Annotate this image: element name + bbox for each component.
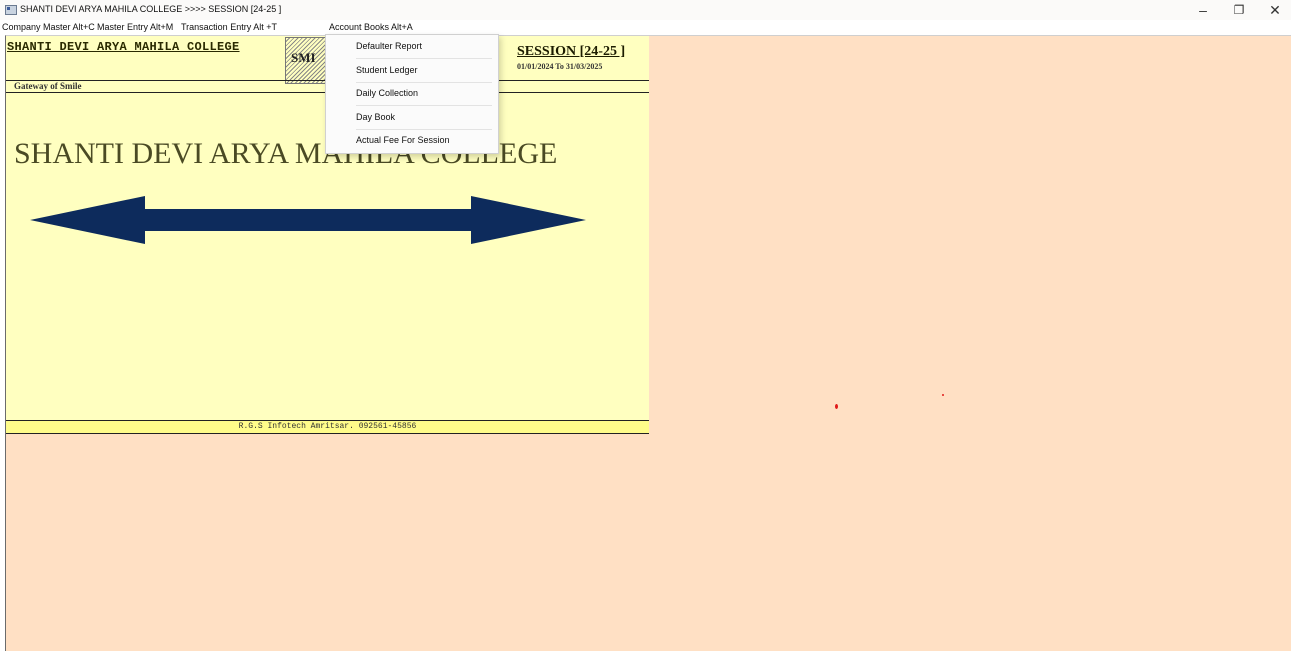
- title-bar: SHANTI DEVI ARYA MAHILA COLLEGE >>>> SES…: [0, 0, 1291, 20]
- tagline: Gateway of Smile: [14, 81, 82, 91]
- maximize-button[interactable]: ❐: [1221, 0, 1257, 20]
- header-college-name: SHANTI DEVI ARYA MAHILA COLLEGE: [7, 40, 240, 54]
- menu-item-day-book[interactable]: Day Book: [326, 106, 498, 129]
- menu-item-label: Defaulter Report: [356, 41, 423, 51]
- window-title: SHANTI DEVI ARYA MAHILA COLLEGE >>>> SES…: [20, 4, 282, 14]
- menu-transaction-entry[interactable]: Transaction Entry Alt +T: [181, 22, 277, 32]
- red-mark: [835, 404, 838, 409]
- menu-item-label: Student Ledger: [356, 65, 418, 75]
- close-button[interactable]: ✕: [1257, 0, 1291, 20]
- session-label: SESSION [24-25 ]: [517, 44, 626, 59]
- minimize-button[interactable]: –: [1185, 0, 1221, 20]
- session-dates: 01/01/2024 To 31/03/2025: [517, 62, 603, 71]
- menu-item-defaulter-report[interactable]: Defaulter Report: [326, 35, 498, 58]
- menu-item-student-ledger[interactable]: Student Ledger: [326, 59, 498, 82]
- menu-item-label: Day Book: [356, 112, 396, 122]
- menu-master-entry[interactable]: Master Entry Alt+M: [97, 22, 173, 32]
- menu-bar: Company Master Alt+C Master Entry Alt+M …: [0, 20, 1291, 35]
- menu-account-books[interactable]: Account Books Alt+A: [329, 22, 413, 32]
- footer-credit: R.G.S Infotech Amritsar. 092561-45856: [238, 422, 417, 431]
- app-icon[interactable]: [5, 5, 17, 15]
- header-short-name: SMI: [291, 50, 316, 65]
- menu-item-label: Actual Fee For Session: [356, 135, 450, 145]
- red-mark: [942, 394, 944, 396]
- menu-item-label: Daily Collection: [356, 88, 419, 98]
- menu-item-daily-collection[interactable]: Daily Collection: [326, 82, 498, 105]
- double-arrow-icon: [30, 196, 586, 244]
- menu-item-actual-fee-for-session[interactable]: Actual Fee For Session: [326, 129, 498, 152]
- account-books-dropdown: Defaulter Report Student Ledger Daily Co…: [325, 34, 499, 154]
- footer-bar: R.G.S Infotech Amritsar. 092561-45856: [6, 420, 649, 434]
- menu-company-master[interactable]: Company Master Alt+C: [2, 22, 95, 32]
